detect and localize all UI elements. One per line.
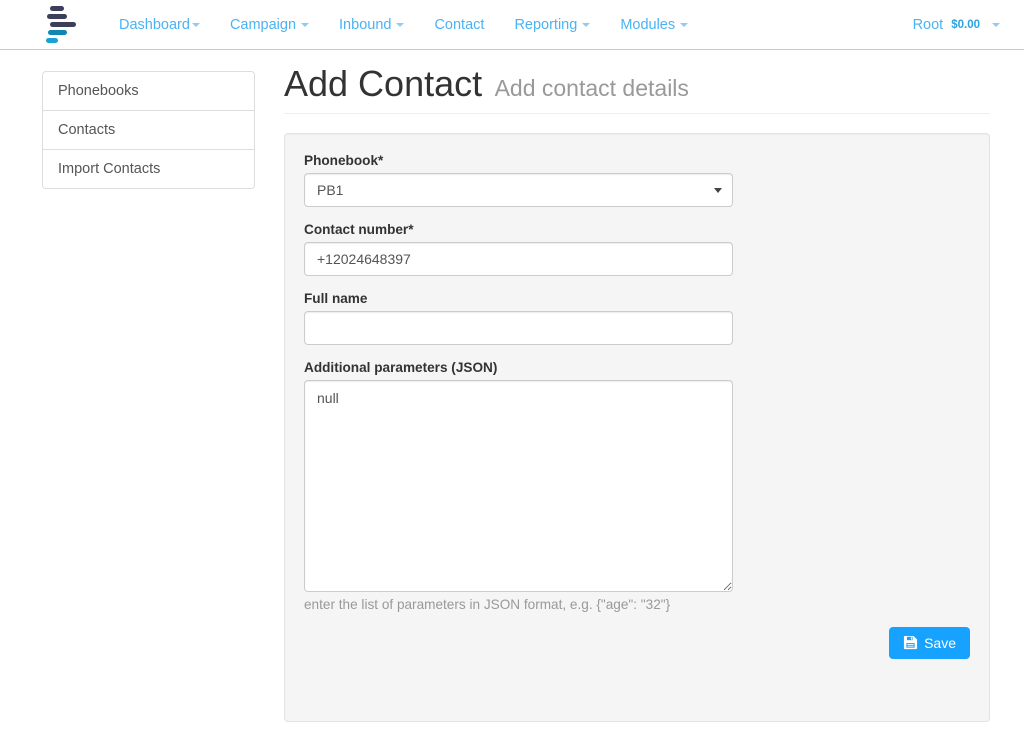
nav-item-inbound[interactable]: Inbound <box>324 0 419 50</box>
contact-number-input[interactable] <box>304 241 733 276</box>
chevron-down-icon <box>396 22 405 27</box>
save-button-label: Save <box>924 634 956 651</box>
nav-label-modules: Modules <box>620 16 676 33</box>
field-group-phonebook: Phonebook* PB1 <box>304 153 970 207</box>
save-button[interactable]: Save <box>889 626 970 659</box>
page-title: Add Contact <box>284 63 483 104</box>
nav-item-reporting[interactable]: Reporting <box>499 0 605 50</box>
floppy-disk-save-icon <box>903 635 918 650</box>
logo-bar-2 <box>47 14 67 19</box>
chevron-down-icon[interactable] <box>992 23 1000 27</box>
nav-item-dashboard[interactable]: Dashboard <box>104 0 215 50</box>
logo-bar-5 <box>46 38 58 43</box>
sidebar-item-contacts[interactable]: Contacts <box>43 111 254 150</box>
logo-bar-3 <box>50 22 76 27</box>
add-contact-form-panel: Phonebook* PB1 Contact number* Full name <box>284 132 990 722</box>
main-content: Add Contact Add contact details Phoneboo… <box>284 64 990 722</box>
phonebook-label: Phonebook* <box>304 152 384 168</box>
sidebar-item-phonebooks[interactable]: Phonebooks <box>43 72 254 111</box>
full-name-label: Full name <box>304 290 368 306</box>
chevron-down-icon <box>680 22 689 27</box>
form-actions: Save <box>304 626 970 659</box>
additional-parameters-help-text: enter the list of parameters in JSON for… <box>304 596 671 612</box>
phonebook-select-wrapper: PB1 <box>304 172 733 207</box>
contact-number-label: Contact number* <box>304 221 414 237</box>
nav-label-dashboard: Dashboard <box>119 16 190 33</box>
nav-label-inbound: Inbound <box>339 16 392 33</box>
additional-parameters-textarea[interactable]: null <box>304 379 733 592</box>
nav-item-contact[interactable]: Contact <box>419 0 499 50</box>
main-nav: Dashboard Campaign Inbound Contact Repor… <box>104 0 703 50</box>
chevron-down-icon <box>301 22 310 27</box>
sidebar-item-label: Phonebooks <box>58 83 139 99</box>
field-group-additional-parameters: Additional parameters (JSON) null enter … <box>304 360 970 612</box>
nav-item-campaign[interactable]: Campaign <box>215 0 324 50</box>
page-header: Add Contact Add contact details <box>284 64 990 114</box>
logo-bar-1 <box>50 6 64 11</box>
page-subtitle: Add contact details <box>494 75 689 101</box>
nav-label-contact: Contact <box>434 16 485 33</box>
logo-bar-4 <box>48 30 67 35</box>
sidebar-item-import-contacts[interactable]: Import Contacts <box>43 150 254 188</box>
phonebook-select[interactable]: PB1 <box>304 172 733 207</box>
additional-parameters-label: Additional parameters (JSON) <box>304 359 498 375</box>
sidebar-item-label: Import Contacts <box>58 161 161 177</box>
nav-label-campaign: Campaign <box>229 16 297 33</box>
account-balance[interactable]: $0.00 <box>951 19 980 31</box>
chevron-down-icon <box>191 22 200 27</box>
field-group-contact-number: Contact number* <box>304 222 970 276</box>
user-menu[interactable]: Root $0.00 <box>913 0 1006 50</box>
brand-logo[interactable] <box>40 3 86 47</box>
full-name-input[interactable] <box>304 310 733 345</box>
nav-label-reporting: Reporting <box>514 16 578 33</box>
sidebar-item-label: Contacts <box>58 122 116 138</box>
nav-item-modules[interactable]: Modules <box>605 0 703 50</box>
sidebar-nav: Phonebooks Contacts Import Contacts <box>42 71 255 189</box>
top-navbar: Dashboard Campaign Inbound Contact Repor… <box>0 0 1024 50</box>
field-group-full-name: Full name <box>304 291 970 345</box>
user-name-label[interactable]: Root <box>913 17 944 33</box>
chevron-down-icon <box>582 22 591 27</box>
